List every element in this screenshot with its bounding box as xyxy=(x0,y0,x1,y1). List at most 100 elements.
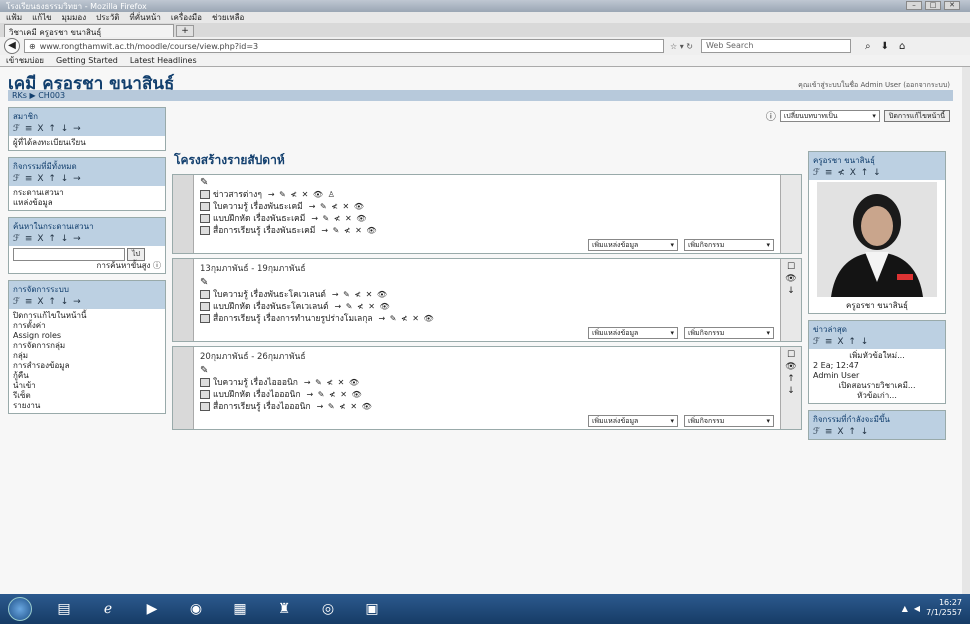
bookmark-item[interactable]: Getting Started xyxy=(56,56,118,65)
minimize-icon[interactable]: – xyxy=(906,1,922,10)
activity-item[interactable]: ใบความรู้ เรื่องพันธะโคเวเลนต์ → ✎ ≮ ✕ 👁 xyxy=(200,289,774,301)
edit-summary-icon[interactable]: ✎ xyxy=(200,177,774,189)
admin-item[interactable]: การตั้งค่า xyxy=(13,321,161,331)
block-controls[interactable]: ℱ ≡ ≮ X ↑ ↓ xyxy=(809,168,945,180)
activity-controls[interactable]: → ✎ ≮ ✕ 👁 xyxy=(304,378,360,387)
forum-search-input[interactable] xyxy=(13,248,125,261)
show-hide-icon[interactable]: 👁 xyxy=(781,273,801,285)
add-activity-select[interactable]: เพิ่มกิจกรรม ▾ xyxy=(684,415,774,427)
news-item-link[interactable]: เปิดสอนรายวิชาเคมี... xyxy=(813,381,941,391)
activity-link[interactable]: ใบความรู้ เรื่องพันธะเคมี xyxy=(213,202,303,212)
activity-controls[interactable]: → ✎ ≮ ✕ 👁 xyxy=(332,290,388,299)
admin-item[interactable]: กลุ่ม xyxy=(13,351,161,361)
activity-link[interactable]: ใบความรู้ เรื่องไอออนิก xyxy=(213,378,298,388)
section-controls[interactable]: ☐ 👁 ↑ ↓ xyxy=(781,347,801,429)
activity-link[interactable]: สื่อการเรียนรู้ เรื่องการทำนายรูปร่างโมเ… xyxy=(213,314,373,324)
admin-item[interactable]: รายงาน xyxy=(13,401,161,411)
firefox-icon[interactable]: ◉ xyxy=(184,598,208,620)
block-controls[interactable]: ℱ ≡ X ↑ ↓ xyxy=(809,427,945,439)
move-down-icon[interactable]: ↓ xyxy=(781,385,801,397)
block-controls[interactable]: ℱ ≡ X ↑ ↓ → xyxy=(9,234,165,246)
add-topic-link[interactable]: เพิ่มหัวข้อใหม่... xyxy=(813,351,941,361)
role-select[interactable]: เปลี่ยนบทบาทเป็น ▾ xyxy=(779,109,880,122)
reload-icon[interactable]: ☆ ▾ ↻ xyxy=(670,42,693,51)
start-orb-icon[interactable] xyxy=(8,597,32,621)
add-resource-select[interactable]: เพิ่มแหล่งข้อมูล ▾ xyxy=(588,327,678,339)
network-icon[interactable]: ▲ xyxy=(902,604,908,613)
forum-search-button[interactable]: ไป xyxy=(127,248,145,261)
bookmark-item[interactable]: Latest Headlines xyxy=(130,56,197,65)
activity-controls[interactable]: → ✎ ≮ ✕ 👁 xyxy=(309,202,365,211)
activity-item[interactable]: สื่อการเรียนรู้ เรื่องพันธะเคมี → ✎ ≮ ✕ 👁 xyxy=(200,225,774,237)
add-resource-select[interactable]: เพิ่มแหล่งข้อมูล ▾ xyxy=(588,415,678,427)
activity-item[interactable]: แบบฝึกหัด เรื่องไอออนิก → ✎ ≮ ✕ 👁 xyxy=(200,389,774,401)
block-controls[interactable]: ℱ ≡ X ↑ ↓ xyxy=(809,337,945,349)
activity-link[interactable]: แบบฝึกหัด เรื่องพันธะเคมี xyxy=(213,214,305,224)
activity-item[interactable]: แบบฝึกหัด เรื่องพันธะโคเวเลนต์ → ✎ ≮ ✕ 👁 xyxy=(200,301,774,313)
participants-link[interactable]: ผู้ที่ได้ลงทะเบียนเรียน xyxy=(13,138,161,148)
admin-item[interactable]: การสำรองข้อมูล xyxy=(13,361,161,371)
activity-link[interactable]: ข่าวสารต่างๆ xyxy=(213,190,262,200)
admin-item[interactable]: การจัดการกลุ่ม xyxy=(13,341,161,351)
internet-explorer-icon[interactable]: ℯ xyxy=(96,598,120,620)
activity-item[interactable]: แบบฝึกหัด เรื่องพันธะเคมี → ✎ ≮ ✕ 👁 xyxy=(200,213,774,225)
highlight-icon[interactable]: ☐ xyxy=(781,349,801,361)
admin-item[interactable]: รีเซ็ต xyxy=(13,391,161,401)
turn-editing-off-button[interactable]: ปิดการแก้ไขหน้านี้ xyxy=(883,109,950,122)
section-controls[interactable] xyxy=(781,175,801,253)
admin-item[interactable]: กู้คืน xyxy=(13,371,161,381)
new-tab-button[interactable]: + xyxy=(176,25,194,37)
admin-item[interactable]: นำเข้า xyxy=(13,381,161,391)
help-icon[interactable]: ⓘ xyxy=(766,108,776,123)
activity-controls[interactable]: → ✎ ≮ ✕ 👁 xyxy=(307,390,363,399)
show-hide-icon[interactable]: 👁 xyxy=(781,361,801,373)
url-bar[interactable]: ⊕ www.rongthamwit.ac.th/moodle/course/vi… xyxy=(24,39,664,53)
breadcrumb[interactable]: RKs ▶ CH003 xyxy=(8,90,953,101)
activity-controls[interactable]: → ✎ ≮ ✕ 👁 ♙ xyxy=(268,190,336,199)
activity-link[interactable]: แบบฝึกหัด เรื่องพันธะโคเวเลนต์ xyxy=(213,302,329,312)
advanced-search-link[interactable]: การค้นหาขั้นสูง ⓘ xyxy=(13,261,162,271)
browser-tab[interactable]: วิชาเคมี ครูอรชา ขนาสินธุ์ xyxy=(4,24,174,37)
back-button[interactable]: ◀ xyxy=(4,38,20,54)
activity-item[interactable]: ข่าวสารต่างๆ → ✎ ≮ ✕ 👁 ♙ xyxy=(200,189,774,201)
chrome-icon[interactable]: ◎ xyxy=(316,598,340,620)
older-topics-link[interactable]: หัวข้อเก่า... xyxy=(813,391,941,401)
activity-link[interactable]: สื่อการเรียนรู้ เรื่องไอออนิก xyxy=(213,402,311,412)
activity-item[interactable]: ใบความรู้ เรื่องไอออนิก → ✎ ≮ ✕ 👁 xyxy=(200,377,774,389)
activity-controls[interactable]: → ✎ ≮ ✕ 👁 xyxy=(379,314,435,323)
clock[interactable]: 16:27 7/1/2557 xyxy=(926,598,962,618)
web-search-input[interactable]: Web Search xyxy=(700,39,851,53)
block-controls[interactable]: ℱ ≡ X ↑ ↓ → xyxy=(9,297,165,309)
activity-controls[interactable]: → ✎ ≮ ✕ 👁 xyxy=(317,402,373,411)
close-icon[interactable]: ✕ xyxy=(944,1,960,10)
file-explorer-icon[interactable]: ▤ xyxy=(52,598,76,620)
edit-summary-icon[interactable]: ✎ xyxy=(200,277,774,289)
maximize-icon[interactable]: □ xyxy=(925,1,941,10)
admin-item[interactable]: Assign roles xyxy=(13,331,161,341)
add-resource-select[interactable]: เพิ่มแหล่งข้อมูล ▾ xyxy=(588,239,678,251)
activity-controls[interactable]: → ✎ ≮ ✕ 👁 xyxy=(321,226,377,235)
download-icon[interactable]: ⬇ xyxy=(881,41,889,52)
media-player-icon[interactable]: ▶ xyxy=(140,598,164,620)
activity-controls[interactable]: → ✎ ≮ ✕ 👁 xyxy=(311,214,367,223)
bookmark-item[interactable]: เข้าชมบ่อย xyxy=(6,54,44,67)
edit-summary-icon[interactable]: ✎ xyxy=(200,365,774,377)
search-icon[interactable]: ⌕ xyxy=(865,41,871,52)
activity-item[interactable]: สื่อการเรียนรู้ เรื่องการทำนายรูปร่างโมเ… xyxy=(200,313,774,325)
activity-link[interactable]: ใบความรู้ เรื่องพันธะโคเวเลนต์ xyxy=(213,290,326,300)
admin-item[interactable]: ปิดการแก้ไขในหน้านี้ xyxy=(13,311,161,321)
activity-link[interactable]: แบบฝึกหัด เรื่องไอออนิก xyxy=(213,390,301,400)
add-activity-select[interactable]: เพิ่มกิจกรรม ▾ xyxy=(684,327,774,339)
teacher-name[interactable]: ครูอรชา ขนาสินธุ์ xyxy=(813,301,941,311)
activity-item[interactable]: สื่อการเรียนรู้ เรื่องไอออนิก → ✎ ≮ ✕ 👁 xyxy=(200,401,774,413)
activity-controls[interactable]: → ✎ ≮ ✕ 👁 xyxy=(335,302,391,311)
paint-icon[interactable]: ♜ xyxy=(272,598,296,620)
volume-icon[interactable]: ◀ xyxy=(914,604,920,613)
block-controls[interactable]: ℱ ≡ X ↑ ↓ → xyxy=(9,124,165,136)
section-controls[interactable]: ☐ 👁 ↓ xyxy=(781,259,801,341)
activity-link[interactable]: สื่อการเรียนรู้ เรื่องพันธะเคมี xyxy=(213,226,315,236)
resources-link[interactable]: แหล่งข้อมูล xyxy=(13,198,161,208)
add-activity-select[interactable]: เพิ่มกิจกรรม ▾ xyxy=(684,239,774,251)
notepad-icon[interactable]: ▣ xyxy=(360,598,384,620)
home-icon[interactable]: ⌂ xyxy=(899,41,905,52)
